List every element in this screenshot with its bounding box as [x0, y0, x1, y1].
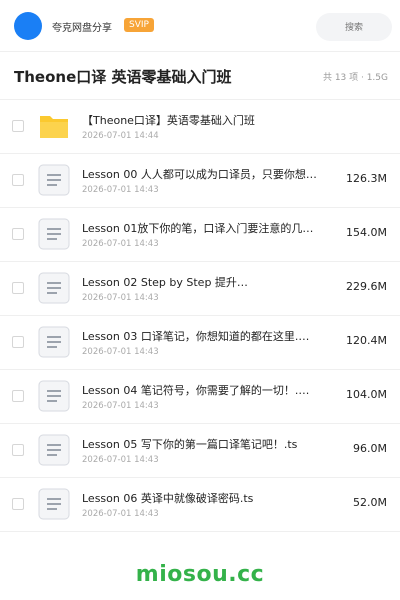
- row-checkbox[interactable]: [12, 336, 24, 348]
- file-date: 2026-07-01 14:43: [82, 455, 159, 465]
- row-checkbox[interactable]: [12, 174, 24, 186]
- file-name: Lesson 04 笔记符号，你需要了解的一切！.…: [82, 384, 310, 397]
- brand-name: 夸克网盘分享: [52, 23, 112, 34]
- file-size: 229.6M: [346, 280, 387, 293]
- row-checkbox[interactable]: [12, 120, 24, 132]
- file-date: 2026-07-01 14:43: [82, 239, 159, 249]
- file-name: Lesson 05 写下你的第一篇口译笔记吧！.ts: [82, 438, 298, 451]
- file-date: 2026-07-01 14:43: [82, 185, 159, 195]
- watermark-text: miosou.cc: [135, 562, 265, 587]
- file-size: 104.0M: [346, 388, 387, 401]
- file-date: 2026-07-01 14:44: [82, 131, 159, 141]
- document-icon: [38, 164, 70, 196]
- folder-meta: 共 13 项 · 1.5G: [322, 73, 388, 83]
- row-checkbox[interactable]: [12, 444, 24, 456]
- file-name: 【Theone口译】英语零基础入门班: [82, 114, 255, 127]
- top-bar: 夸克网盘分享 SVIP: [0, 0, 400, 52]
- list-item[interactable]: Lesson 04 笔记符号，你需要了解的一切！.… 2026-07-01 14…: [0, 370, 400, 424]
- avatar[interactable]: [14, 12, 42, 40]
- document-icon: [38, 488, 70, 520]
- file-date: 2026-07-01 14:43: [82, 347, 159, 357]
- document-icon: [38, 326, 70, 358]
- svip-badge: SVIP: [124, 18, 154, 32]
- file-date: 2026-07-01 14:43: [82, 293, 159, 303]
- file-name: Lesson 02 Step by Step 提升…: [82, 276, 248, 289]
- row-checkbox[interactable]: [12, 228, 24, 240]
- file-size: 126.3M: [346, 172, 387, 185]
- file-list: 【Theone口译】英语零基础入门班 2026-07-01 14:44 Less…: [0, 100, 400, 532]
- list-item[interactable]: Lesson 06 英译中就像破译密码.ts 2026-07-01 14:43 …: [0, 478, 400, 532]
- file-date: 2026-07-01 14:43: [82, 401, 159, 411]
- list-item[interactable]: Lesson 01放下你的笔，口译入门要注意的几个… 2026-07-01 14…: [0, 208, 400, 262]
- document-icon: [38, 434, 70, 466]
- file-name: Lesson 00 人人都可以成为口译员，只要你想…: [82, 168, 317, 181]
- file-name: Lesson 06 英译中就像破译密码.ts: [82, 492, 254, 505]
- document-icon: [38, 218, 70, 250]
- list-item[interactable]: Lesson 02 Step by Step 提升… 2026-07-01 14…: [0, 262, 400, 316]
- document-icon: [38, 380, 70, 412]
- file-date: 2026-07-01 14:43: [82, 509, 159, 519]
- file-size: 154.0M: [346, 226, 387, 239]
- folder-icon: [40, 116, 68, 138]
- search-input[interactable]: [316, 13, 392, 41]
- file-name: Lesson 03 口译笔记，你想知道的都在这里.…: [82, 330, 310, 343]
- list-item[interactable]: 【Theone口译】英语零基础入门班 2026-07-01 14:44: [0, 100, 400, 154]
- file-name: Lesson 01放下你的笔，口译入门要注意的几个…: [82, 222, 322, 235]
- row-checkbox[interactable]: [12, 498, 24, 510]
- folder-header: Theone口译 英语零基础入门班 共 13 项 · 1.5G: [0, 52, 400, 100]
- file-size: 96.0M: [353, 442, 387, 455]
- list-item[interactable]: Lesson 03 口译笔记，你想知道的都在这里.… 2026-07-01 14…: [0, 316, 400, 370]
- folder-title: Theone口译 英语零基础入门班: [14, 68, 232, 86]
- row-checkbox[interactable]: [12, 282, 24, 294]
- file-size: 120.4M: [346, 334, 387, 347]
- list-item[interactable]: Lesson 05 写下你的第一篇口译笔记吧！.ts 2026-07-01 14…: [0, 424, 400, 478]
- row-checkbox[interactable]: [12, 390, 24, 402]
- file-size: 52.0M: [353, 496, 387, 509]
- document-icon: [38, 272, 70, 304]
- list-item[interactable]: Lesson 00 人人都可以成为口译员，只要你想… 2026-07-01 14…: [0, 154, 400, 208]
